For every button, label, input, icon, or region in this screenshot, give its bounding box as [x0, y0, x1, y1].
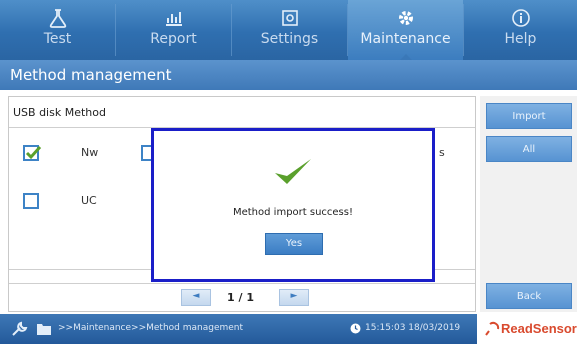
- import-button[interactable]: Import: [486, 103, 572, 129]
- wrench-icon: [12, 321, 28, 336]
- prev-arrow-icon: ◄: [192, 291, 200, 301]
- tab-help[interactable]: Help: [464, 0, 577, 60]
- top-navigation: Test Report Settings Maintenance Help: [0, 0, 577, 60]
- all-button[interactable]: All: [486, 136, 572, 162]
- flask-icon: [0, 7, 115, 29]
- folder-icon: [37, 324, 51, 335]
- info-icon: [464, 7, 577, 29]
- page-title: Method management: [0, 60, 577, 90]
- tab-help-label: Help: [504, 31, 537, 47]
- pagination: ◄ 1 / 1 ►: [9, 283, 475, 311]
- yes-button[interactable]: Yes: [265, 233, 323, 255]
- tab-maintenance-label: Maintenance: [360, 31, 451, 47]
- tab-maintenance[interactable]: Maintenance: [348, 0, 463, 60]
- brand-name: ReadSensor: [501, 321, 577, 336]
- method-name: UC: [81, 194, 97, 207]
- dialog-message: Method import success!: [232, 207, 353, 218]
- page-indicator: 1 / 1: [227, 291, 254, 304]
- tab-settings[interactable]: Settings: [232, 0, 347, 60]
- settings-icon: [232, 7, 347, 29]
- next-page-button[interactable]: ►: [279, 289, 309, 306]
- checkbox[interactable]: [23, 193, 39, 209]
- check-icon: [25, 145, 42, 160]
- tab-report-label: Report: [150, 31, 197, 47]
- panel-title: USB disk Method: [13, 106, 106, 119]
- prev-page-button[interactable]: ◄: [181, 289, 211, 306]
- clock-time: 15:15:03 18/03/2019: [365, 323, 461, 333]
- method-name-trailing: s: [439, 146, 445, 159]
- breadcrumb: >>Maintenance>>Method management: [58, 323, 244, 333]
- gear-icon: [348, 7, 463, 29]
- tab-report[interactable]: Report: [116, 0, 231, 60]
- tab-test[interactable]: Test: [0, 0, 115, 60]
- brand-logo: ReadSensor: [477, 314, 577, 344]
- chart-icon: [116, 7, 231, 29]
- tab-test-label: Test: [43, 31, 72, 47]
- import-success-dialog: Method import success! Yes: [151, 128, 435, 282]
- checkbox-checked[interactable]: [23, 145, 42, 161]
- success-check-icon: [275, 159, 311, 184]
- sensor-logo-icon: [485, 321, 500, 336]
- clock-icon: [350, 323, 361, 334]
- tab-settings-label: Settings: [260, 31, 319, 47]
- next-arrow-icon: ►: [290, 291, 298, 301]
- method-name: Nw: [81, 146, 99, 159]
- back-button[interactable]: Back: [486, 283, 572, 309]
